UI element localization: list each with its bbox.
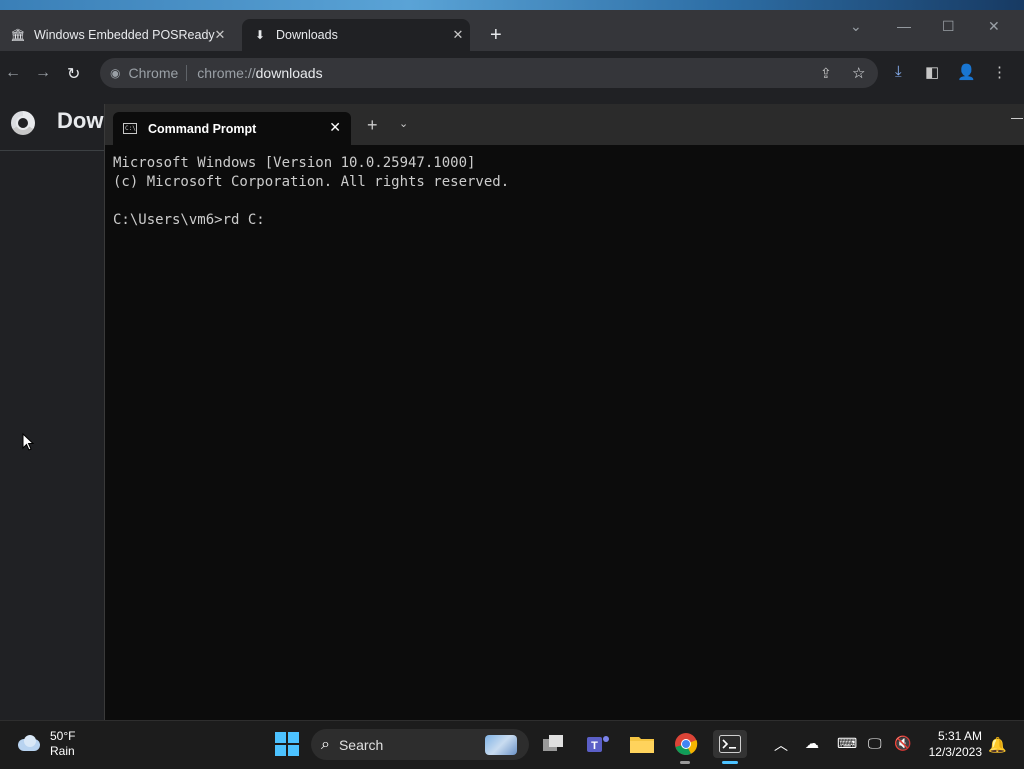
- close-window-icon[interactable]: ✕: [988, 18, 1000, 35]
- teams-icon[interactable]: T: [583, 730, 613, 758]
- chrome-site-icon: ◉: [110, 66, 121, 80]
- desktop-wallpaper: [0, 0, 1024, 10]
- close-tab-icon[interactable]: ✕: [329, 119, 341, 136]
- taskbar: 50°F Rain ⌕ Search T ︿ ☁ ⌨ 🖵 🔇 5:31 AM 1…: [0, 720, 1024, 769]
- building-icon: 🏛: [10, 28, 26, 42]
- forward-icon[interactable]: →: [35, 64, 51, 82]
- terminal-tab-title: Command Prompt: [148, 121, 257, 136]
- close-tab-icon[interactable]: ✕: [212, 27, 228, 43]
- profile-icon[interactable]: 👤: [957, 63, 976, 81]
- tab-title: Windows Embedded POSReady: [34, 28, 215, 42]
- notification-bell-icon[interactable]: 🔔: [988, 736, 1007, 754]
- site-chip: Chrome: [128, 65, 179, 81]
- downloads-icon[interactable]: ⤓: [895, 63, 902, 80]
- terminal-taskbar-icon[interactable]: [713, 730, 747, 758]
- terminal-tab[interactable]: C:\ Command Prompt ✕: [113, 112, 351, 145]
- share-icon[interactable]: ⇪: [820, 65, 832, 82]
- rain-cloud-icon: [16, 735, 42, 753]
- close-tab-icon[interactable]: ✕: [450, 27, 466, 43]
- command-prompt-icon: C:\: [123, 123, 137, 134]
- tab-strip: 🏛 Windows Embedded POSReady ✕ ⬇ Download…: [0, 10, 1024, 51]
- tab-posready[interactable]: 🏛 Windows Embedded POSReady ✕: [10, 19, 228, 51]
- weather-temp: 50°F: [50, 729, 76, 743]
- start-button[interactable]: [272, 730, 302, 758]
- new-tab-button[interactable]: +: [490, 25, 502, 45]
- bookmark-star-icon[interactable]: ☆: [852, 64, 865, 82]
- terminal-window: C:\ Command Prompt ✕ + ⌄ Microsoft Windo…: [104, 104, 1024, 720]
- tab-title: Downloads: [276, 28, 338, 42]
- search-highlight-image: [485, 735, 517, 755]
- url-host: downloads: [255, 65, 323, 81]
- tab-search-icon[interactable]: ⌄: [850, 18, 862, 35]
- url-prefix: chrome://: [197, 65, 256, 81]
- browser-toolbar: ← → ↻ ◉ Chrome chrome://downloads ⇪ ☆ ⤓ …: [0, 51, 1024, 95]
- side-panel-icon[interactable]: ◧: [925, 63, 939, 81]
- reload-icon[interactable]: ↻: [67, 64, 80, 84]
- network-icon[interactable]: 🖵: [868, 735, 882, 752]
- chevron-up-icon[interactable]: ︿: [774, 735, 788, 755]
- maximize-icon[interactable]: ☐: [942, 18, 955, 35]
- clock[interactable]: 5:31 AM 12/3/2023: [929, 728, 982, 760]
- clock-date: 12/3/2023: [928, 745, 982, 759]
- minimize-icon[interactable]: [1011, 118, 1023, 119]
- mouse-pointer-icon: [22, 432, 35, 457]
- chevron-down-icon[interactable]: ⌄: [399, 117, 408, 130]
- chrome-logo-icon: [11, 111, 35, 135]
- back-icon[interactable]: ←: [5, 64, 21, 82]
- terminal-line: C:\Users\vm6>rd C:: [113, 212, 265, 228]
- terminal-output[interactable]: Microsoft Windows [Version 10.0.25947.10…: [113, 154, 509, 230]
- terminal-line: (c) Microsoft Corporation. All rights re…: [113, 174, 510, 190]
- new-terminal-tab-icon[interactable]: +: [367, 115, 378, 136]
- tab-downloads[interactable]: ⬇ Downloads ✕: [242, 19, 470, 51]
- running-indicator: [680, 761, 690, 764]
- address-bar[interactable]: ◉ Chrome chrome://downloads ⇪ ☆: [100, 58, 878, 88]
- svg-text:T: T: [591, 740, 598, 752]
- file-explorer-icon[interactable]: [627, 730, 657, 758]
- terminal-line: Microsoft Windows [Version 10.0.25947.10…: [113, 155, 476, 171]
- minimize-icon[interactable]: —: [897, 18, 911, 34]
- onedrive-icon[interactable]: ☁: [805, 735, 819, 752]
- volume-muted-icon[interactable]: 🔇: [894, 735, 911, 752]
- active-indicator: [722, 761, 738, 764]
- clock-time: 5:31 AM: [937, 729, 982, 743]
- chrome-taskbar-icon[interactable]: [671, 730, 701, 758]
- omnibox-divider: [186, 65, 188, 81]
- search-icon: ⌕: [321, 735, 330, 753]
- download-icon: ⬇: [254, 28, 266, 42]
- windows-logo-icon: [275, 732, 299, 756]
- keyboard-icon[interactable]: ⌨: [837, 735, 857, 752]
- weather-widget[interactable]: 50°F Rain: [16, 729, 75, 759]
- page-title: Dow: [57, 108, 104, 133]
- weather-condition: Rain: [50, 744, 75, 758]
- task-view-icon[interactable]: [539, 730, 569, 758]
- search-label: Search: [338, 736, 384, 753]
- terminal-titlebar: C:\ Command Prompt ✕ + ⌄: [105, 104, 1024, 145]
- menu-icon[interactable]: ⋮: [992, 63, 1007, 81]
- taskbar-search[interactable]: ⌕ Search: [311, 729, 529, 760]
